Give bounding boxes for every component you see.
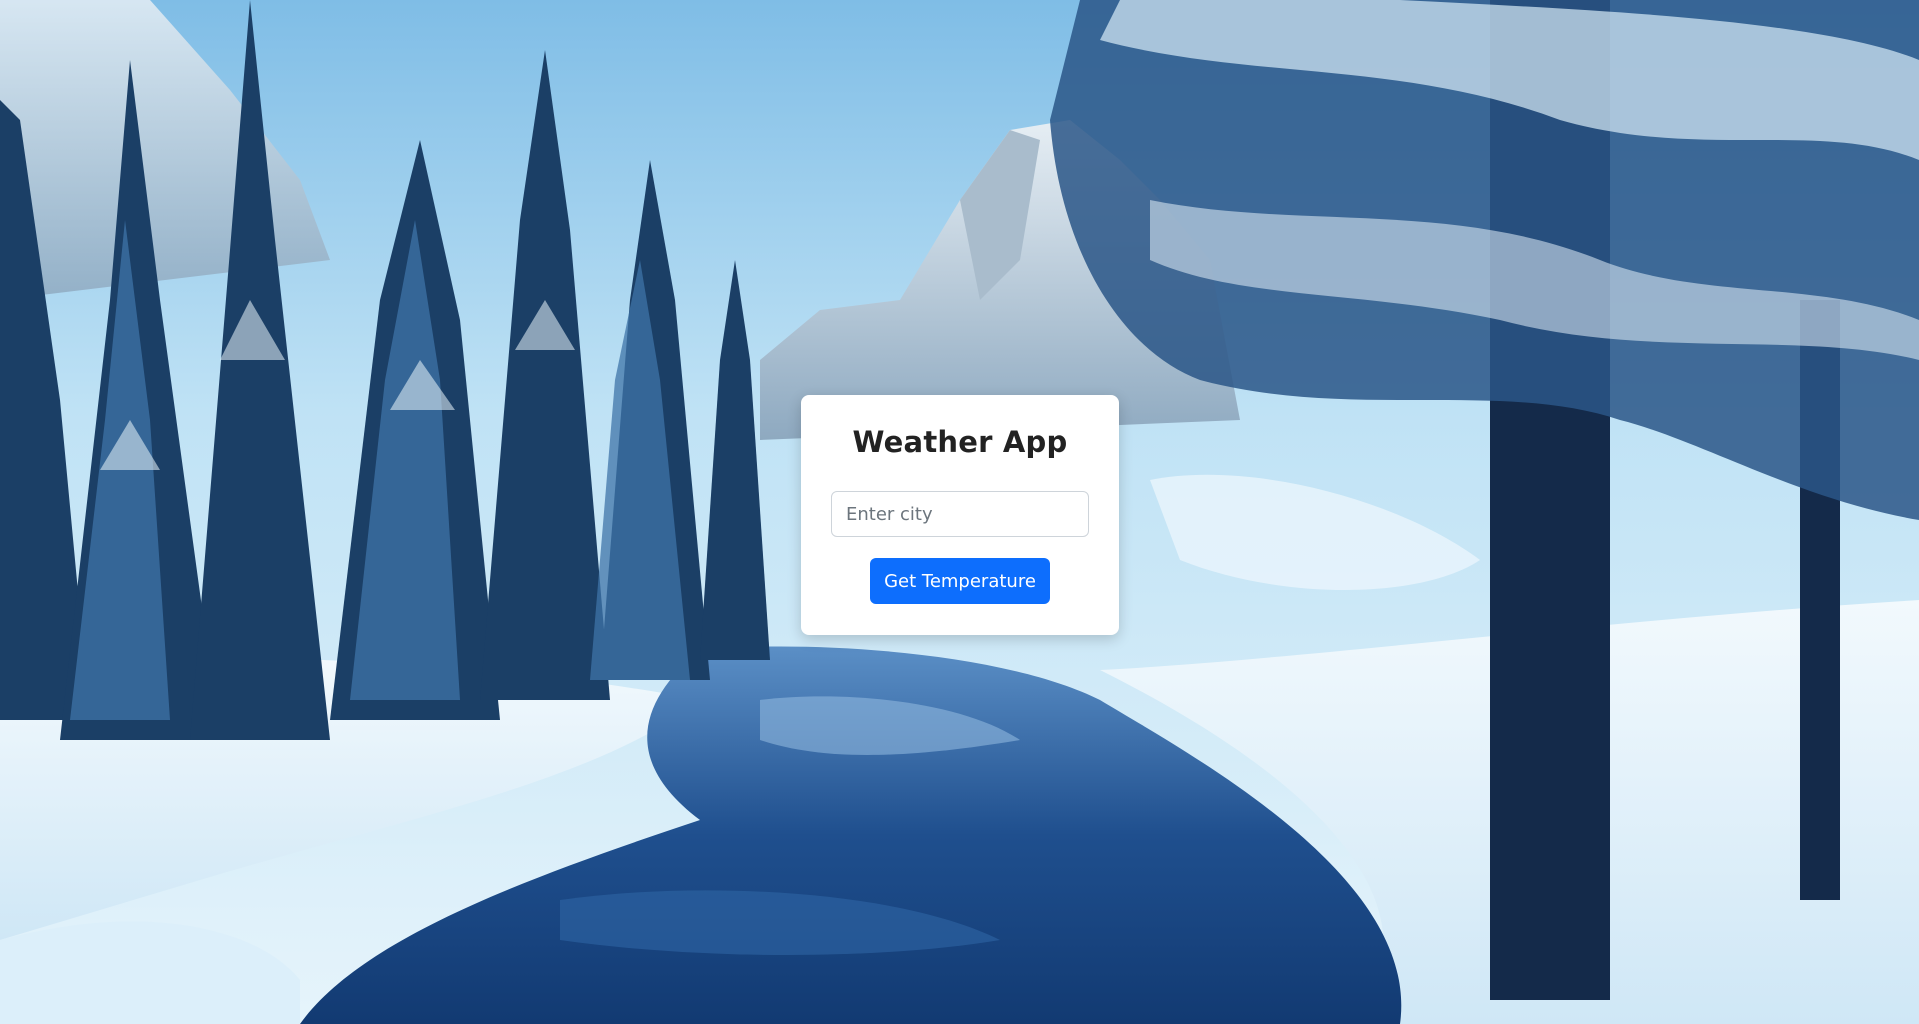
get-temperature-button[interactable]: Get Temperature <box>870 558 1050 604</box>
app-title: Weather App <box>852 425 1068 459</box>
weather-card: Weather App Get Temperature <box>801 395 1119 635</box>
city-input[interactable] <box>831 491 1089 537</box>
